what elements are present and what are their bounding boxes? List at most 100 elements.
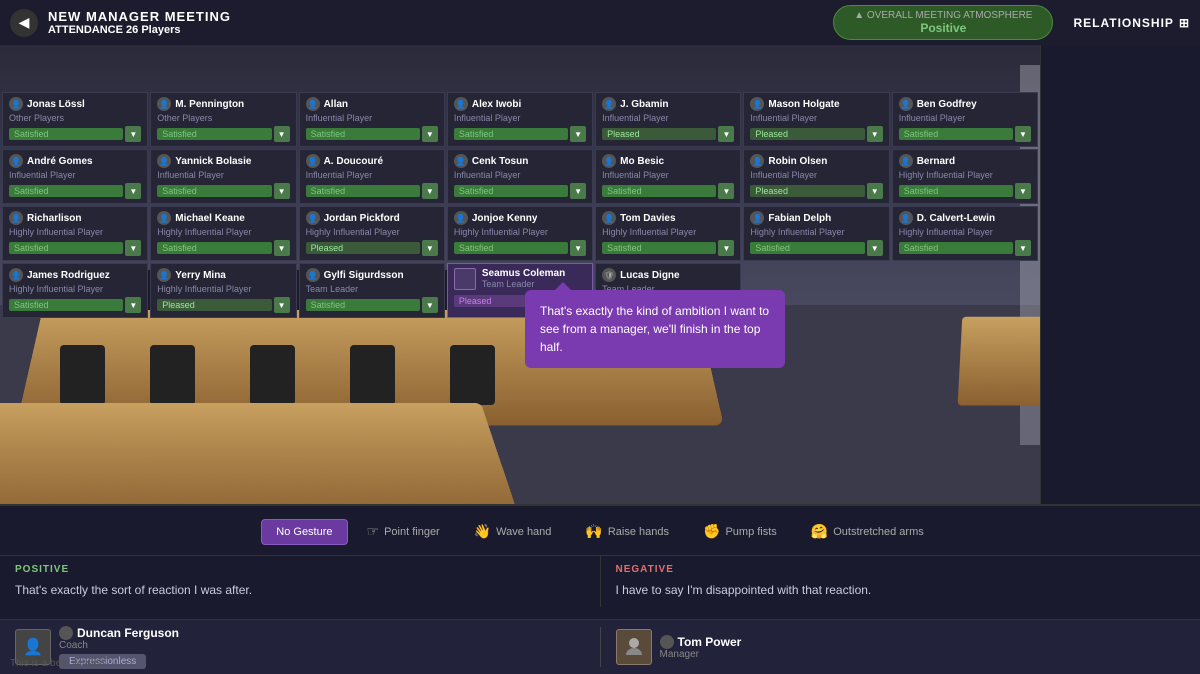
- player-role: Highly Influential Player: [899, 227, 1031, 237]
- dropdown-arrow[interactable]: ▼: [1015, 126, 1031, 142]
- status-badge: Satisfied: [899, 128, 1013, 140]
- negative-text: I have to say I'm disappointed with that…: [616, 581, 1186, 599]
- status-badge: Satisfied: [750, 242, 864, 254]
- player-card-ben-godfrey[interactable]: 👤 Ben Godfrey Influential Player Satisfi…: [892, 92, 1038, 147]
- dropdown-arrow[interactable]: ▼: [125, 183, 141, 199]
- player-card-fabian-delph[interactable]: 👤 Fabian Delph Highly Influential Player…: [743, 206, 889, 261]
- player-card-jordan-pickford[interactable]: 👤 Jordan Pickford Highly Influential Pla…: [299, 206, 445, 261]
- gesture-label: Pump fists: [725, 526, 776, 538]
- player-name: Ben Godfrey: [917, 99, 977, 110]
- dropdown-arrow[interactable]: ▼: [570, 240, 586, 256]
- dropdown-arrow[interactable]: ▼: [1015, 183, 1031, 199]
- player-role: Highly Influential Player: [157, 227, 289, 237]
- dropdown-arrow[interactable]: ▼: [274, 126, 290, 142]
- player-card-d-calvert-lewin[interactable]: 👤 D. Calvert-Lewin Highly Influential Pl…: [892, 206, 1038, 261]
- dropdown-arrow[interactable]: ▼: [125, 297, 141, 313]
- speaker-avatar-tom-power: [616, 629, 652, 665]
- player-name: André Gomes: [27, 156, 93, 167]
- dropdown-arrow[interactable]: ▼: [1015, 240, 1031, 256]
- gesture-outstretched-arms[interactable]: 🤗 Outstretched arms: [796, 516, 939, 547]
- player-name: Gylfi Sigurdsson: [324, 270, 404, 281]
- player-role: Influential Player: [899, 113, 1031, 123]
- player-name: A. Doucouré: [324, 156, 383, 167]
- player-role: Influential Player: [750, 113, 882, 123]
- gesture-point-finger[interactable]: ☞ Point finger: [352, 516, 455, 547]
- player-card-m-pennington[interactable]: 👤 M. Pennington Other Players Satisfied …: [150, 92, 296, 147]
- player-card-jonjoe-kenny[interactable]: 👤 Jonjoe Kenny Highly Influential Player…: [447, 206, 593, 261]
- player-card-andre-gomes[interactable]: 👤 André Gomes Influential Player Satisfi…: [2, 149, 148, 204]
- player-card-allan[interactable]: 👤 Allan Influential Player Satisfied ▼: [299, 92, 445, 147]
- status-badge: Pleased: [750, 128, 864, 140]
- atmosphere-badge: ▲ OVERALL MEETING ATMOSPHERE Positive: [833, 5, 1053, 40]
- player-role: Influential Player: [602, 170, 734, 180]
- player-card-michael-keane[interactable]: 👤 Michael Keane Highly Influential Playe…: [150, 206, 296, 261]
- player-avatar-icon: 👤: [157, 97, 171, 111]
- dropdown-arrow[interactable]: ▼: [867, 240, 883, 256]
- dropdown-arrow[interactable]: ▼: [570, 183, 586, 199]
- player-name: Robin Olsen: [768, 156, 827, 167]
- player-card-james-rodriguez[interactable]: 👤 James Rodriguez Highly Influential Pla…: [2, 263, 148, 318]
- player-card-tom-davies[interactable]: 👤 Tom Davies Highly Influential Player S…: [595, 206, 741, 261]
- speaker-info-tom-power: Tom Power Manager: [660, 635, 1186, 660]
- dropdown-arrow[interactable]: ▼: [718, 126, 734, 142]
- dropdown-arrow[interactable]: ▼: [274, 240, 290, 256]
- gesture-pump-fists[interactable]: ✊ Pump fists: [688, 516, 792, 547]
- player-card-cenk-tosun[interactable]: 👤 Cenk Tosun Influential Player Satisfie…: [447, 149, 593, 204]
- player-card-alex-iwobi[interactable]: 👤 Alex Iwobi Influential Player Satisfie…: [447, 92, 593, 147]
- speaker-area: 👤 Duncan Ferguson Coach Expressionless: [0, 619, 1200, 674]
- player-card-richarlison[interactable]: 👤 Richarlison Highly Influential Player …: [2, 206, 148, 261]
- player-card-yerry-mina[interactable]: 👤 Yerry Mina Highly Influential Player P…: [150, 263, 296, 318]
- speaker-divider: [600, 627, 601, 667]
- relationship-button[interactable]: RELATIONSHIP ⊞: [1073, 16, 1190, 30]
- dropdown-arrow[interactable]: ▼: [274, 183, 290, 199]
- dropdown-arrow[interactable]: ▼: [274, 297, 290, 313]
- status-badge: Satisfied: [9, 299, 123, 311]
- dropdown-arrow[interactable]: ▼: [867, 126, 883, 142]
- player-name: Richarlison: [27, 213, 81, 224]
- dropdown-arrow[interactable]: ▼: [867, 183, 883, 199]
- player-card-mason-holgate[interactable]: 👤 Mason Holgate Influential Player Pleas…: [743, 92, 889, 147]
- player-card-gylfi-sigurdsson[interactable]: 👤 Gylfi Sigurdsson Team Leader Satisfied…: [299, 263, 445, 318]
- status-badge: Pleased: [750, 185, 864, 197]
- dropdown-arrow[interactable]: ▼: [422, 183, 438, 199]
- player-name: Tom Davies: [620, 213, 675, 224]
- dropdown-arrow[interactable]: ▼: [125, 240, 141, 256]
- player-card-a-doucoure[interactable]: 👤 A. Doucouré Influential Player Satisfi…: [299, 149, 445, 204]
- player-name: Cenk Tosun: [472, 156, 528, 167]
- dropdown-arrow[interactable]: ▼: [422, 297, 438, 313]
- chair: [60, 345, 105, 405]
- dropdown-arrow[interactable]: ▼: [718, 183, 734, 199]
- dropdown-arrow[interactable]: ▼: [570, 126, 586, 142]
- speech-bubble: That's exactly the kind of ambition I wa…: [525, 290, 785, 368]
- player-name: Jonjoe Kenny: [472, 213, 538, 224]
- player-card-bernard[interactable]: 👤 Bernard Highly Influential Player Sati…: [892, 149, 1038, 204]
- gesture-no-gesture[interactable]: No Gesture: [261, 519, 347, 545]
- player-card-mo-besic[interactable]: 👤 Mo Besic Influential Player Satisfied …: [595, 149, 741, 204]
- player-avatar-icon: 👤: [9, 154, 23, 168]
- player-avatar-icon: 👤: [157, 268, 171, 282]
- positive-text: That's exactly the sort of reaction I wa…: [15, 581, 585, 599]
- seamus-avatar: [454, 268, 476, 290]
- speaker-name-ferguson: Duncan Ferguson: [77, 626, 179, 640]
- player-name: Yannick Bolasie: [175, 156, 251, 167]
- player-card-j-gbamin[interactable]: 👤 J. Gbamin Influential Player Pleased ▼: [595, 92, 741, 147]
- player-role: Other Players: [157, 113, 289, 123]
- dropdown-arrow[interactable]: ▼: [125, 126, 141, 142]
- player-avatar-icon: 👤: [9, 97, 23, 111]
- gesture-wave-hand[interactable]: 👋 Wave hand: [459, 516, 567, 547]
- back-button[interactable]: ◀: [10, 9, 38, 37]
- status-badge: Satisfied: [899, 185, 1013, 197]
- player-name: D. Calvert-Lewin: [917, 213, 995, 224]
- player-card-jonas-lossl[interactable]: 👤 Jonas Lössl Other Players Satisfied ▼: [2, 92, 148, 147]
- gesture-label: Point finger: [384, 526, 440, 538]
- player-name: Michael Keane: [175, 213, 244, 224]
- speaker-info-ferguson: Duncan Ferguson Coach Expressionless: [59, 626, 585, 669]
- player-card-yannick-bolasie[interactable]: 👤 Yannick Bolasie Influential Player Sat…: [150, 149, 296, 204]
- player-card-robin-olsen[interactable]: 👤 Robin Olsen Influential Player Pleased…: [743, 149, 889, 204]
- response-area: POSITIVE That's exactly the sort of reac…: [0, 556, 1200, 615]
- dropdown-arrow[interactable]: ▼: [422, 126, 438, 142]
- status-badge: Satisfied: [454, 128, 568, 140]
- dropdown-arrow[interactable]: ▼: [718, 240, 734, 256]
- gesture-raise-hands[interactable]: 🙌 Raise hands: [570, 516, 684, 547]
- dropdown-arrow[interactable]: ▼: [422, 240, 438, 256]
